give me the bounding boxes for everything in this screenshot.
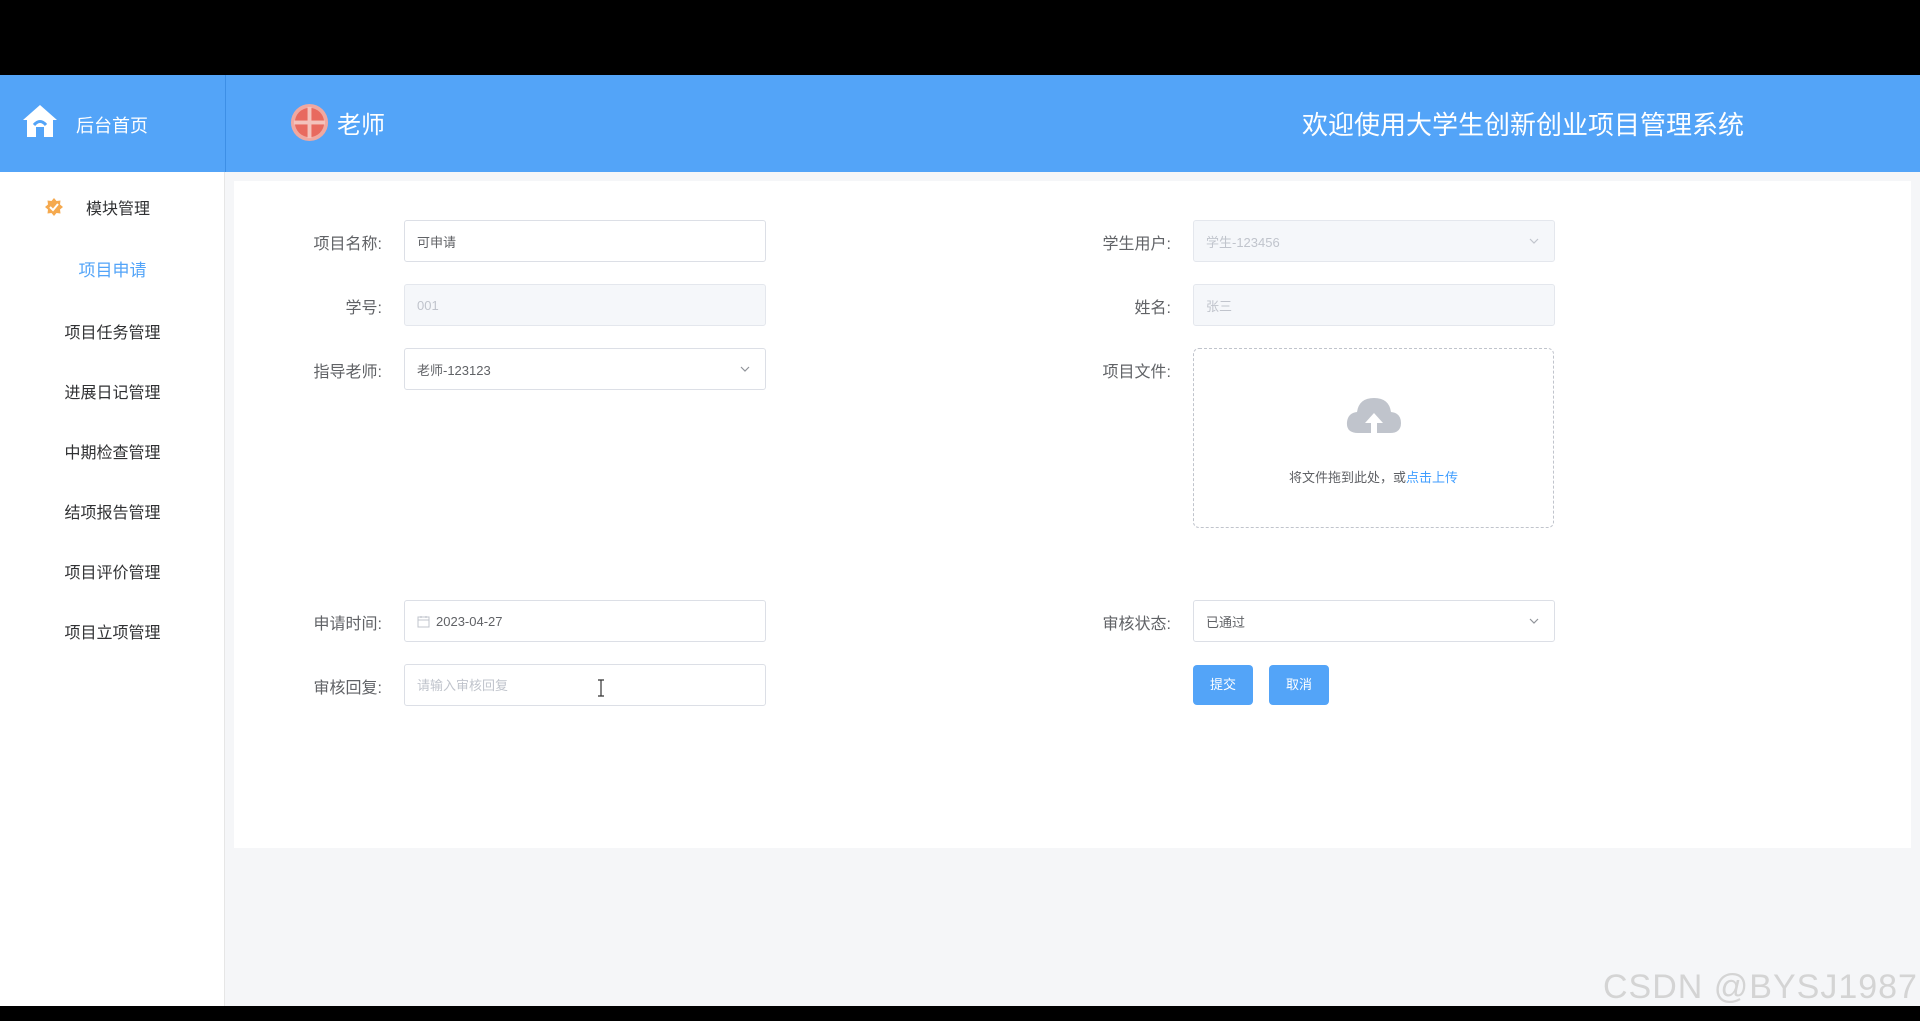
sidebar-item-project-evaluation[interactable]: 项目评价管理 bbox=[0, 559, 225, 583]
review-reply-label: 审核回复: bbox=[313, 680, 382, 697]
student-user-select[interactable]: 学生-123456 bbox=[1193, 220, 1555, 262]
app-window: 后台首页 老师 欢迎使用大学生创新创业项目管理系统 模块管理 项目申请 项目任务… bbox=[0, 75, 1920, 1006]
role-label: 老师 bbox=[337, 111, 385, 139]
student-id-input[interactable]: 001 bbox=[404, 284, 766, 326]
file-upload-dropzone[interactable]: 将文件拖到此处，或点击上传 bbox=[1193, 348, 1554, 528]
project-file-label: 项目文件: bbox=[1102, 364, 1171, 381]
menu-group-label: 模块管理 bbox=[86, 201, 151, 218]
top-black-bar bbox=[0, 0, 1920, 75]
teacher-select[interactable]: 老师-123123 bbox=[404, 348, 766, 390]
chevron-down-icon bbox=[1529, 618, 1539, 624]
upload-hint-text: 将文件拖到此处，或 bbox=[1288, 470, 1406, 485]
cancel-button[interactable]: 取消 bbox=[1269, 665, 1329, 705]
name-value: 张三 bbox=[1206, 298, 1233, 314]
chevron-down-icon bbox=[740, 366, 750, 372]
apply-time-value: 2023-04-27 bbox=[436, 613, 503, 629]
sidebar-item-midterm-check[interactable]: 中期检查管理 bbox=[0, 439, 225, 463]
project-name-label: 项目名称: bbox=[313, 236, 382, 253]
bottom-black-bar bbox=[0, 1006, 1920, 1021]
review-status-label: 审核状态: bbox=[1102, 616, 1171, 633]
home-link[interactable]: 后台首页 bbox=[0, 75, 226, 172]
watermark: CSDN @BYSJ1987 bbox=[1603, 968, 1918, 1006]
calendar-icon bbox=[417, 615, 430, 627]
student-id-value: 001 bbox=[417, 297, 439, 313]
upload-hint: 将文件拖到此处，或点击上传 bbox=[1194, 467, 1553, 486]
sidebar-item-progress-diary[interactable]: 进展日记管理 bbox=[0, 379, 225, 403]
chevron-down-icon bbox=[1529, 238, 1539, 244]
cloud-upload-icon bbox=[1346, 398, 1401, 435]
student-user-label: 学生用户: bbox=[1102, 236, 1171, 253]
form-card: 项目名称: 可申请 学生用户: 学生-123456 学号: 001 姓名: 张三… bbox=[234, 181, 1911, 848]
teacher-avatar-icon bbox=[290, 103, 329, 141]
submit-button[interactable]: 提交 bbox=[1193, 665, 1253, 705]
header: 后台首页 老师 欢迎使用大学生创新创业项目管理系统 bbox=[0, 75, 1920, 172]
name-input[interactable]: 张三 bbox=[1193, 284, 1555, 326]
upload-click-link[interactable]: 点击上传 bbox=[1406, 470, 1458, 485]
student-id-label: 学号: bbox=[345, 300, 382, 317]
sidebar-item-project-apply[interactable]: 项目申请 bbox=[0, 256, 225, 281]
student-user-value: 学生-123456 bbox=[1206, 234, 1280, 250]
home-icon bbox=[23, 105, 57, 137]
project-name-value: 可申请 bbox=[417, 234, 457, 250]
review-reply-field[interactable] bbox=[404, 664, 766, 706]
home-label: 后台首页 bbox=[76, 116, 148, 136]
apply-time-datepicker[interactable]: 2023-04-27 bbox=[404, 600, 766, 642]
badge-check-icon bbox=[45, 198, 63, 216]
project-name-input[interactable]: 可申请 bbox=[404, 220, 766, 262]
review-status-value: 已通过 bbox=[1206, 614, 1246, 630]
text-cursor-icon bbox=[598, 679, 604, 697]
review-reply-input[interactable] bbox=[417, 677, 765, 693]
apply-time-label: 申请时间: bbox=[313, 616, 382, 633]
teacher-label: 指导老师: bbox=[313, 364, 382, 381]
sidebar-item-project-tasks[interactable]: 项目任务管理 bbox=[0, 319, 225, 343]
sidebar: 模块管理 项目申请 项目任务管理 进展日记管理 中期检查管理 结项报告管理 项目… bbox=[0, 172, 225, 1006]
sidebar-item-final-report[interactable]: 结项报告管理 bbox=[0, 499, 225, 523]
teacher-value: 老师-123123 bbox=[417, 362, 491, 378]
sidebar-item-project-approval[interactable]: 项目立项管理 bbox=[0, 619, 225, 643]
role-indicator: 老师 bbox=[290, 100, 385, 144]
menu-group-modules[interactable]: 模块管理 bbox=[44, 192, 150, 222]
review-status-select[interactable]: 已通过 bbox=[1193, 600, 1555, 642]
name-label: 姓名: bbox=[1134, 300, 1171, 317]
system-title: 欢迎使用大学生创新创业项目管理系统 bbox=[1302, 110, 1745, 140]
